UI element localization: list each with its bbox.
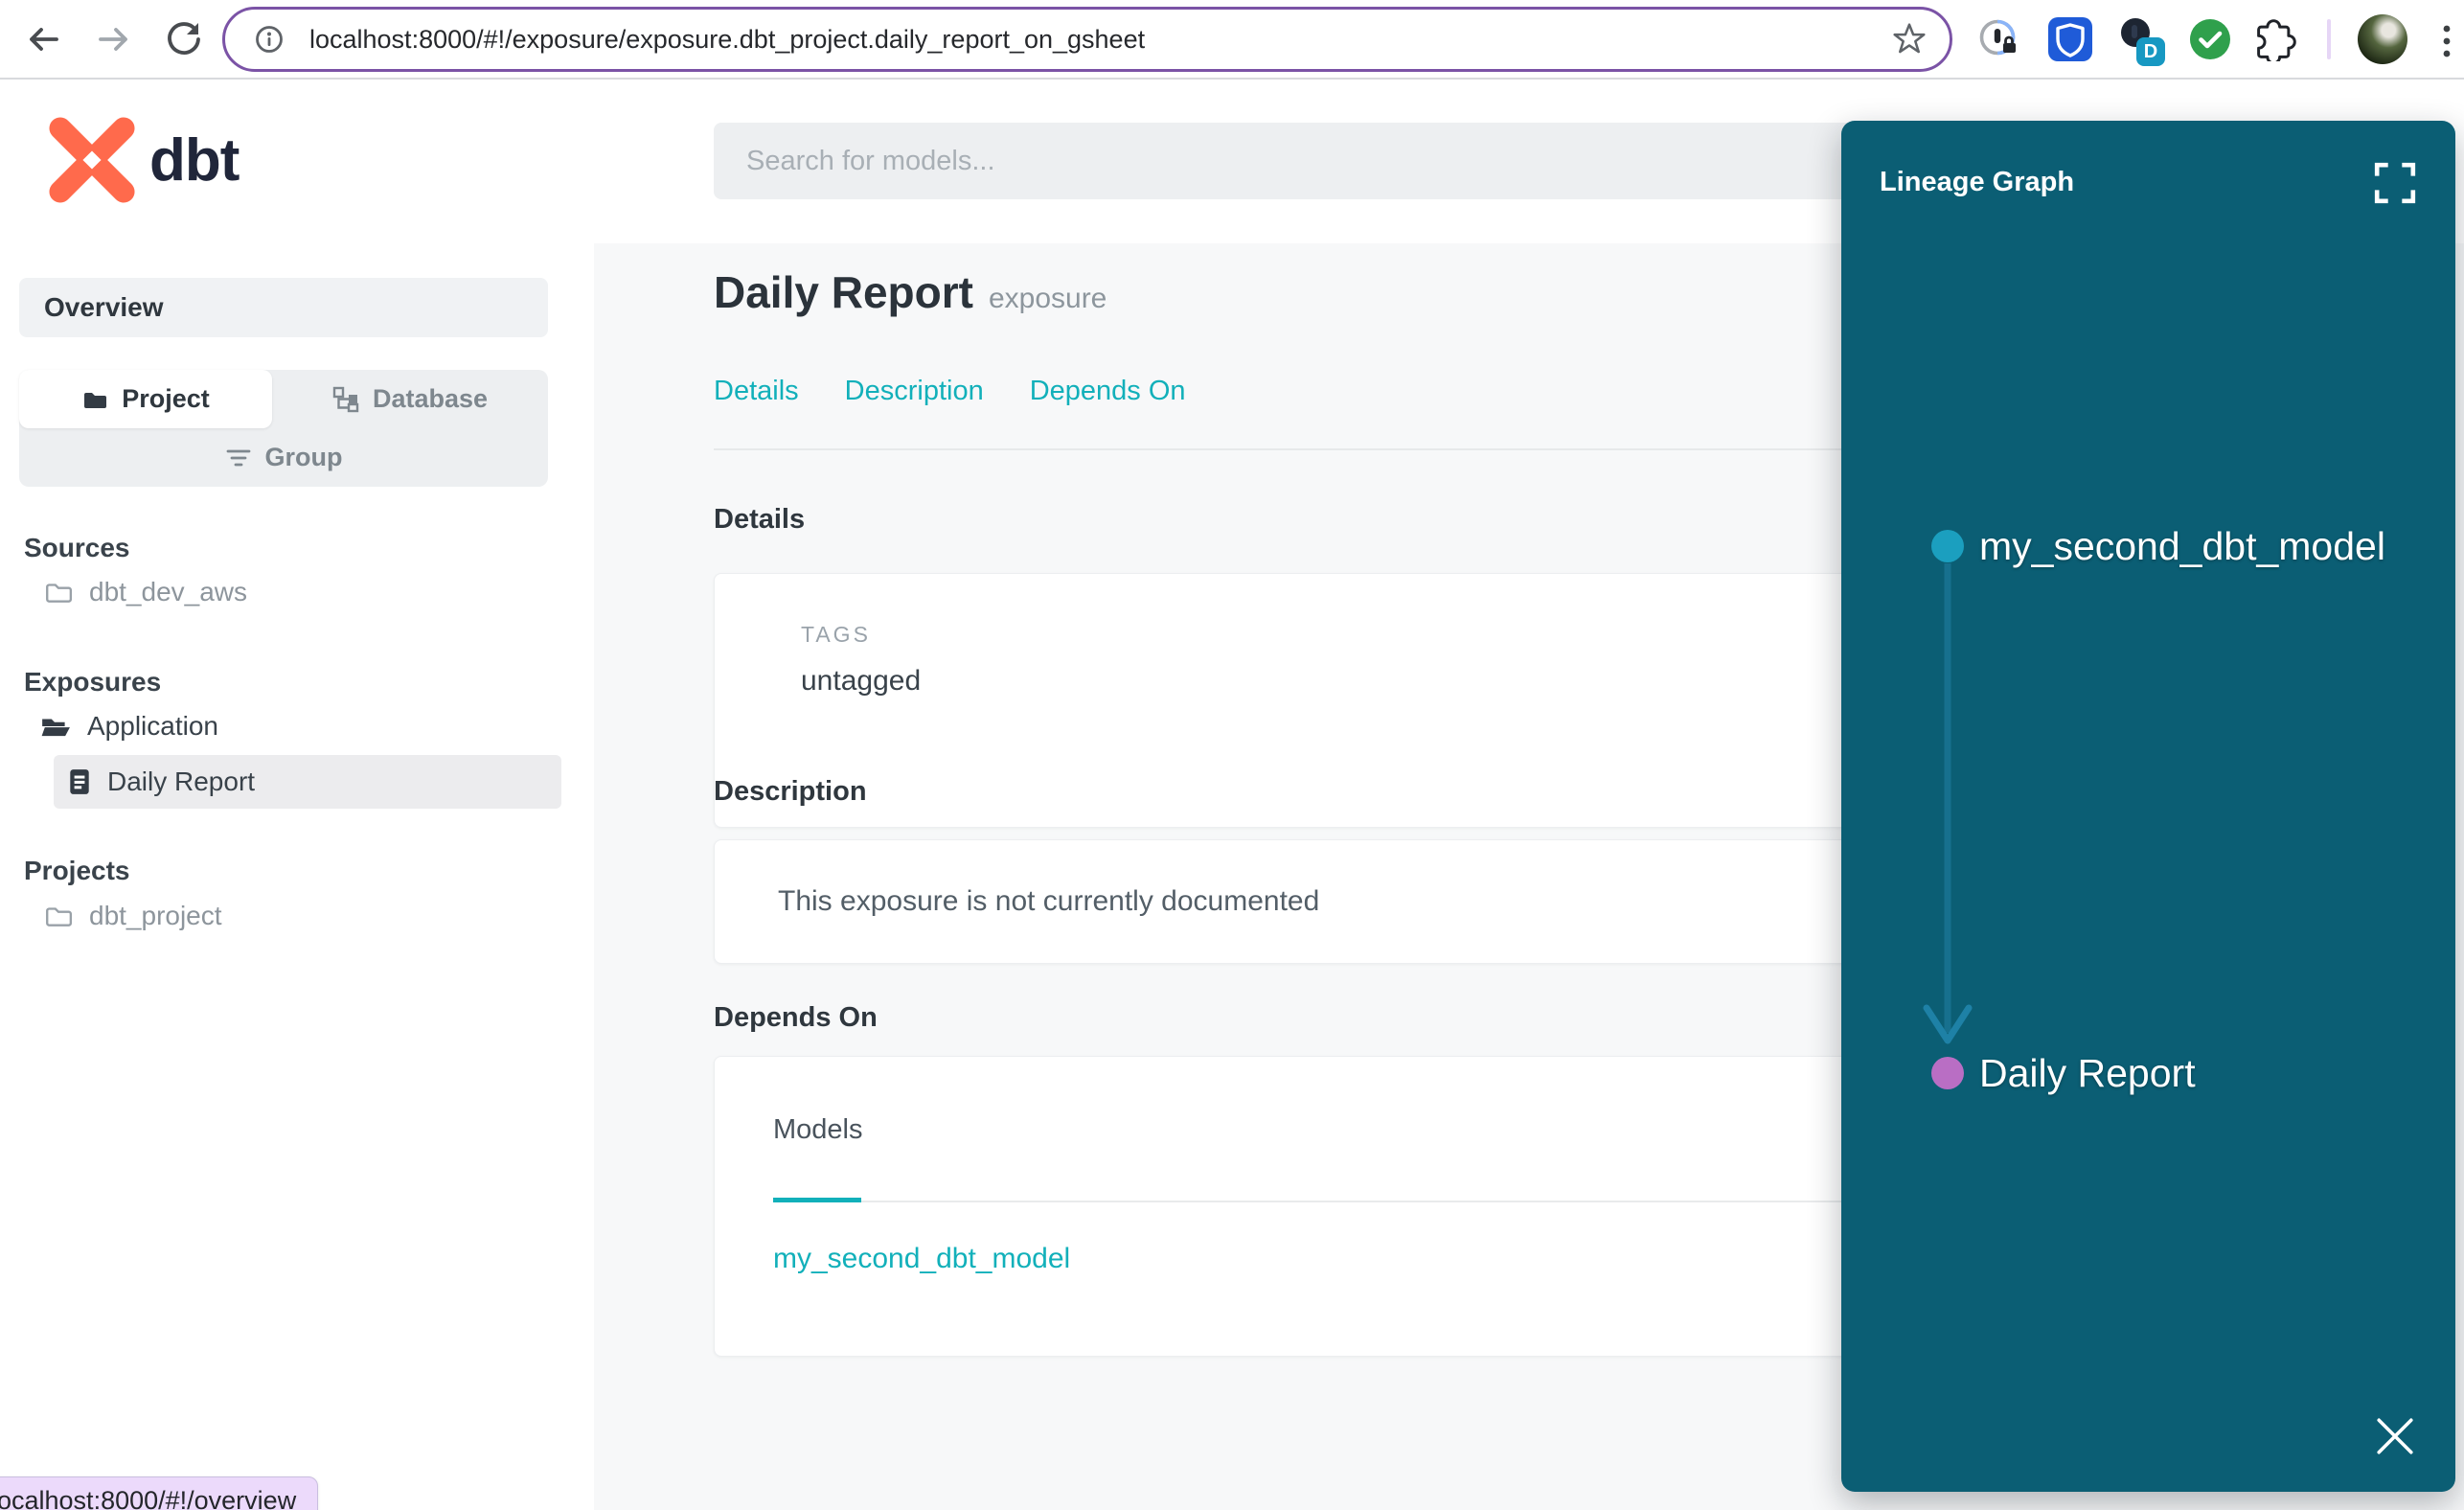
sidebar-item-overview[interactable]: Overview	[19, 278, 548, 337]
sidebar-item-daily-report[interactable]: Daily Report	[54, 755, 561, 809]
tab-project[interactable]: Project	[19, 370, 272, 428]
sidebar-item-dbt-project[interactable]: dbt_project	[44, 901, 222, 931]
site-info-icon[interactable]	[254, 24, 285, 55]
exposure-node-dot	[1931, 1057, 1964, 1089]
models-tab[interactable]: Models	[773, 1114, 863, 1145]
model-node-dot	[1931, 530, 1964, 562]
lineage-edge-arrow	[1923, 563, 1973, 1044]
url-bar[interactable]: localhost:8000/#!/exposure/exposure.dbt_…	[222, 7, 1952, 72]
status-bubble: localhost:8000/#!/overview	[0, 1476, 319, 1510]
exposure-node-label: Daily Report	[1979, 1050, 2196, 1095]
password-manager-extension-icon[interactable]	[1976, 16, 2022, 62]
model-link[interactable]: my_second_dbt_model	[773, 1243, 1070, 1275]
anchor-links: Details Description Depends On	[714, 376, 1186, 407]
reload-icon[interactable]	[161, 16, 207, 62]
sources-section-header: Sources	[24, 533, 130, 562]
anchor-depends-on[interactable]: Depends On	[1030, 376, 1186, 407]
search-extension-icon[interactable]: D	[2117, 16, 2165, 66]
forward-icon[interactable]	[92, 16, 138, 62]
sidebar-item-dbt-dev-aws[interactable]: dbt_dev_aws	[44, 577, 247, 607]
folder-open-icon	[40, 714, 71, 739]
view-tab-group: Project Database Group	[19, 370, 548, 487]
profile-avatar[interactable]	[2358, 14, 2407, 64]
tab-database-label: Database	[372, 384, 489, 413]
model-node-label: my_second_dbt_model	[1979, 523, 2385, 568]
dbt-logo[interactable]: dbt	[42, 110, 240, 210]
folder-icon	[81, 388, 108, 411]
exposure-name: Daily Report	[714, 267, 973, 317]
extension-badge: D	[2136, 37, 2165, 66]
sidebar-item-application[interactable]: Application	[40, 711, 218, 742]
url-text: localhost:8000/#!/exposure/exposure.dbt_…	[309, 24, 1146, 54]
check-extension-icon[interactable]	[2187, 16, 2233, 62]
details-heading: Details	[714, 504, 806, 535]
browser-chrome: localhost:8000/#!/exposure/exposure.dbt_…	[0, 0, 2464, 80]
lineage-graph-panel: Lineage Graph my_second_dbt_model Daily …	[1841, 121, 2455, 1492]
close-icon[interactable]	[2375, 1416, 2415, 1456]
screen: localhost:8000/#!/exposure/exposure.dbt_…	[0, 0, 2464, 1510]
fullscreen-icon[interactable]	[2373, 161, 2417, 205]
tab-group[interactable]: Group	[19, 428, 548, 487]
resource-type-label: exposure	[988, 283, 1107, 314]
anchor-details[interactable]: Details	[714, 376, 799, 407]
tab-project-label: Project	[122, 384, 210, 413]
depends-on-heading: Depends On	[714, 1002, 878, 1033]
dbt-logo-mark	[49, 117, 135, 203]
tree-icon	[332, 386, 359, 413]
sidebar: Overview Project Database Group Sources …	[0, 243, 594, 1510]
extensions-puzzle-icon[interactable]	[2253, 16, 2299, 62]
shield-extension-icon[interactable]	[2047, 16, 2093, 62]
toolbar-divider	[2327, 19, 2331, 59]
overview-label: Overview	[44, 292, 164, 322]
page-title: Daily Report exposure	[714, 266, 1107, 318]
projects-section-header: Projects	[24, 856, 130, 885]
dbt-logo-text: dbt	[149, 126, 240, 194]
browser-menu-icon[interactable]	[2437, 20, 2456, 62]
bookmark-star-icon[interactable]	[1892, 22, 1927, 57]
lineage-node-model[interactable]: my_second_dbt_model	[1931, 523, 2385, 569]
lineage-title: Lineage Graph	[1880, 167, 2075, 197]
back-icon[interactable]	[19, 16, 65, 62]
exposures-section-header: Exposures	[24, 667, 162, 697]
anchor-description[interactable]: Description	[845, 376, 984, 407]
tab-group-label: Group	[264, 443, 343, 471]
description-heading: Description	[714, 776, 867, 807]
description-body: This exposure is not currently documente…	[778, 885, 1320, 917]
tab-database[interactable]: Database	[272, 370, 548, 428]
folder-outline-icon	[44, 904, 73, 928]
folder-outline-icon	[44, 580, 73, 605]
filter-lines-icon	[225, 446, 252, 470]
lineage-node-exposure[interactable]: Daily Report	[1931, 1050, 2196, 1096]
document-icon	[68, 768, 91, 795]
